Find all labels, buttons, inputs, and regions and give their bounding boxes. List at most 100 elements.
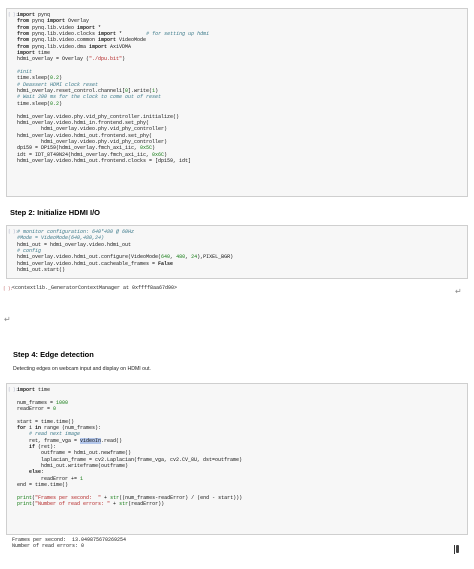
- code-token: hdmi_overlay.video.hdmi_out.frontend.clo…: [17, 157, 192, 164]
- heading-step-2: Step 2: Initialize HDMI I/O: [10, 208, 101, 217]
- code-token: print: [17, 494, 33, 501]
- code-token: # config: [17, 248, 42, 255]
- code-token: import: [89, 43, 108, 50]
- code-token: outframe = hdmi_out.newframe(): [17, 450, 132, 457]
- code-token: import: [98, 37, 117, 44]
- code-token: # read next image: [29, 431, 81, 438]
- code-token: hdmi_overlay.video.hdmi_out.frontend.set…: [17, 132, 153, 139]
- code-token: hdmi_out = hdmi_overlay.video.hdmi_out: [17, 241, 132, 248]
- code-token: from: [17, 18, 30, 25]
- code-cell-hdmi-init[interactable]: [ ]: # monitor configuration: 640*480 @ …: [6, 225, 468, 279]
- code-token: 480: [176, 254, 186, 261]
- code-token: import: [47, 18, 66, 25]
- code-token: .read(): [101, 437, 123, 444]
- code-token: "Number of read errors: ": [35, 501, 111, 508]
- code-token: AxiVDMA: [107, 43, 132, 50]
- code-token: time.sleep(: [17, 100, 51, 107]
- code-editor[interactable]: import time num_frames = 1000 readError =…: [17, 387, 242, 508]
- code-token: 1: [80, 475, 84, 482]
- code-token: laplacian_frame = cv2.Laplacian(frame_vg…: [17, 456, 243, 463]
- code-token: for: [17, 425, 27, 432]
- code-cell-edge-detection[interactable]: [ ]: import time num_frames = 1000 readEr…: [6, 383, 468, 535]
- code-token: +: [101, 494, 111, 501]
- code-cell-overlay-init[interactable]: [ ]: import pynq from pynq import Overlay…: [6, 8, 468, 197]
- code-token: videoIn: [80, 437, 102, 444]
- code-token: import: [17, 387, 36, 393]
- code-token: False: [158, 260, 174, 267]
- code-token: time: [35, 50, 51, 57]
- code-line: hdmi_out.start(): [17, 267, 233, 273]
- code-token: str: [110, 494, 120, 501]
- code-editor[interactable]: # monitor configuration: 640*480 @ 60Hz #…: [17, 229, 233, 273]
- code-token: end = time.time(): [17, 482, 69, 489]
- code-line: hdmi_overlay.video.hdmi_out.frontend.clo…: [17, 158, 209, 164]
- return-mark: ↵: [4, 315, 11, 324]
- code-token: Overlay: [65, 18, 90, 25]
- code-token: ),PIXEL_BGR): [197, 254, 234, 261]
- code-token: #init: [17, 69, 33, 76]
- text-cursor: [454, 545, 455, 554]
- code-token: +: [110, 501, 120, 508]
- code-token: num_frames =: [17, 399, 57, 406]
- code-token: ret, frame_vga =: [17, 437, 81, 444]
- code-token: hdmi_out.writeframe(outframe): [17, 463, 129, 470]
- code-token: :: [41, 469, 45, 476]
- code-token: hdmi_out.start(): [17, 267, 66, 274]
- code-token: idt = IDT_8T49N24(hdmi_overlay.fmch_axi_…: [17, 151, 153, 158]
- cell-output: Frames per second: 13.049875670269254 Nu…: [12, 537, 127, 550]
- code-token: "./dpu.bit": [89, 56, 123, 63]
- code-token: 0: [53, 406, 57, 413]
- return-mark: ↵: [455, 287, 462, 296]
- code-token: pynq.lib.video: [29, 24, 78, 31]
- code-token: readError =: [17, 406, 54, 413]
- code-token: hdmi_overlay.video.phy.vid_phy_controlle…: [17, 126, 168, 133]
- cell-output: <contextlib._GeneratorContextManager at …: [12, 285, 178, 291]
- code-token: from: [17, 43, 30, 50]
- code-token: # Deassert HDMI clock reset: [17, 81, 99, 88]
- code-token: ): [59, 75, 63, 82]
- code-token: pynq.lib.video.dma: [29, 43, 90, 50]
- code-token: ): [59, 100, 63, 107]
- code-token: i: [26, 425, 36, 432]
- code-token: hdmi_overlay.video.hdmi_in.frontend.set_…: [17, 119, 150, 126]
- code-token: time.sleep(: [17, 75, 51, 82]
- code-token: #Mode = VideoMode(640,480,24): [17, 235, 105, 242]
- code-token: start = time.time(): [17, 418, 75, 425]
- code-token: import: [98, 31, 117, 38]
- code-token: hdmi_overlay.video.hdmi_out.configure(Vi…: [17, 254, 162, 261]
- code-token: pynq: [29, 18, 48, 25]
- code-token: dp159 = DP159(hdmi_overlay.fmch_axi_iic,: [17, 145, 141, 152]
- heading-step-4: Step 4: Edge detection: [13, 350, 94, 359]
- code-token: 0x6C: [152, 151, 165, 158]
- code-token: # for setting up hdmi: [146, 31, 210, 38]
- code-token: import: [17, 50, 36, 57]
- step-4-description: Detecting edges on webcam input and disp…: [13, 366, 151, 372]
- code-token: (readError)): [128, 501, 165, 508]
- scroll-handle[interactable]: [456, 545, 459, 553]
- code-token: 640: [161, 254, 171, 261]
- code-token: hdmi_overlay.video.phy.vid_phy_controlle…: [17, 138, 168, 145]
- code-token: time: [35, 387, 51, 393]
- code-token: hdmi_overlay = Overlay (: [17, 56, 90, 63]
- code-token: range (num_frames):: [41, 425, 102, 432]
- code-token: 1000: [56, 399, 69, 406]
- code-editor[interactable]: import pynq from pynq import Overlay from …: [17, 12, 209, 164]
- code-token: pynq.lib.video.clocks: [29, 31, 99, 38]
- code-token: 0x5C: [140, 145, 153, 152]
- code-token: ): [155, 88, 159, 95]
- code-token: print: [17, 501, 33, 508]
- code-token: pynq: [35, 12, 51, 18]
- code-token: import: [77, 24, 96, 31]
- code-token: hdmi_overlay.video.phy.vid_phy_controlle…: [17, 113, 180, 120]
- code-token: *: [116, 31, 147, 38]
- code-token: # monitor configuration: 640*480 @ 60Hz: [17, 229, 135, 235]
- code-token: import: [17, 12, 36, 18]
- code-line: print("Number of read errors: " + str(re…: [17, 501, 242, 507]
- code-token: else: [29, 469, 42, 476]
- code-token: hdmi_overlay.reset_control.channel1[: [17, 88, 126, 95]
- code-token: ): [164, 151, 168, 158]
- code-token: "Frames per second: ": [35, 494, 102, 501]
- code-token: from: [17, 24, 30, 31]
